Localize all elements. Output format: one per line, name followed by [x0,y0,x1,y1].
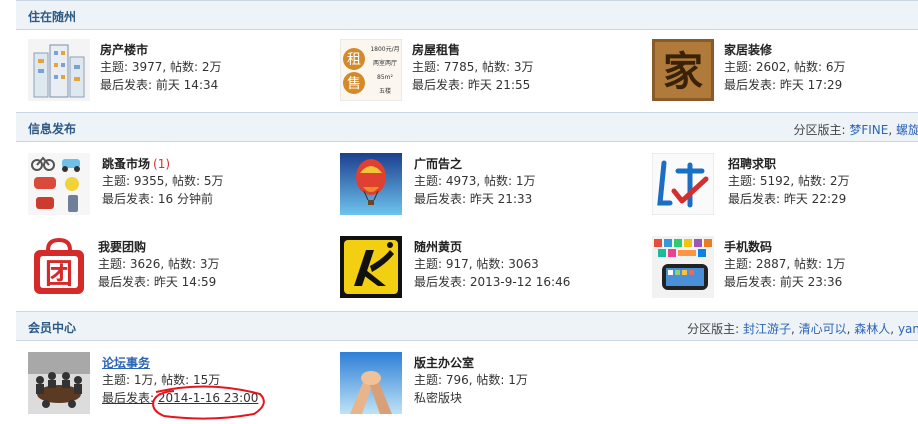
forum-name[interactable]: 家居装修 [724,41,772,58]
forum-last-post[interactable]: 最后发表: 16 分钟前 [102,190,213,207]
forum-name[interactable]: 跳蚤市场 (1) [102,155,170,172]
new-posts-count: (1) [153,157,171,171]
icon-char-jia: 家 [663,48,703,95]
flea-market-icon[interactable] [28,153,90,215]
forum-tiaozao[interactable]: 跳蚤市场 (1) 主题: 9355, 帖数: 5万 最后发表: 16 分钟前 [28,153,288,215]
section-moderators: 分区版主: 封江游子, 清心可以, 森林人, yan [687,322,918,336]
annotation-circle [152,385,265,420]
moderator-link[interactable]: 梦FINE [849,123,888,137]
forum-last-post[interactable]: 最后发表: 2013-9-12 16:46 [414,273,570,290]
forum-name-text[interactable]: 跳蚤市场 [102,157,150,171]
section-header-zhuzai: 住在随州 [16,0,918,30]
forum-guanggao[interactable]: 广而告之 主题: 4973, 帖数: 1万 最后发表: 昨天 21:33 [340,153,600,215]
forum-stats: 主题: 4973, 帖数: 1万 [414,174,536,188]
forum-name[interactable]: 房屋租售 [412,41,460,58]
forum-stats: 主题: 5192, 帖数: 2万 [728,174,850,188]
forum-name[interactable]: 招聘求职 [728,155,776,172]
icon-text-rooms: 两室两厅 [373,59,397,67]
hot-air-balloon-icon[interactable] [340,153,402,215]
building-icon[interactable] [28,39,90,101]
forum-last-post[interactable]: 最后发表: 前天 23:36 [724,273,842,290]
forum-stats: 主题: 7785, 帖数: 3万 [412,60,534,74]
section-title[interactable]: 信息发布 [28,120,76,137]
yellow-pages-icon[interactable] [340,236,402,298]
section-moderators: 分区版主: 梦FINE, 螺旋 [793,123,918,137]
moderator-link[interactable]: 封江游子 [743,322,791,336]
forum-stats: 主题: 2602, 帖数: 6万 [724,60,846,74]
smartphone-icon[interactable] [652,236,714,298]
forum-stats: 主题: 796, 帖数: 1万 [414,373,528,387]
moderator-link[interactable]: 森林人 [854,322,890,336]
private-forum-note: 私密版块 [414,391,463,405]
rent-sale-icon[interactable]: 租 售 1800元/月 两室两厅 85m² 五楼 [340,39,402,101]
forum-stats: 主题: 2887, 帖数: 1万 [724,257,846,271]
forum-last-post[interactable]: 最后发表: 昨天 21:33 [414,190,532,207]
forum-last-post[interactable]: 最后发表: 昨天 17:29 [724,76,842,93]
forum-name[interactable]: 手机数码 [724,238,772,255]
section-header-huiyuan: 会员中心 分区版主: 封江游子, 清心可以, 森林人, yan [16,311,918,341]
forum-zhaopin[interactable]: 招聘求职 主题: 5192, 帖数: 2万 最后发表: 昨天 22:29 [652,153,912,215]
home-decor-icon[interactable]: 家 [652,39,714,101]
forum-shouji[interactable]: 手机数码 主题: 2887, 帖数: 1万 最后发表: 前天 23:36 [652,236,912,298]
section-title[interactable]: 住在随州 [28,8,76,25]
forum-name[interactable]: 版主办公室 [414,354,474,371]
section-title[interactable]: 会员中心 [28,319,76,336]
forum-stats: 主题: 917, 帖数: 3063 [414,257,539,271]
forum-stats: 主题: 3626, 帖数: 3万 [98,257,220,271]
icon-char-zu: 租 [347,52,361,68]
forum-name[interactable]: 广而告之 [414,155,462,172]
forum-zushou[interactable]: 租 售 1800元/月 两室两厅 85m² 五楼 房屋租售 主题: 7785, … [340,39,600,101]
forum-banzhu[interactable]: 版主办公室 主题: 796, 帖数: 1万 私密版块 [340,352,600,414]
icon-text-area: 85m² [377,74,393,81]
forum-tuangou[interactable]: 团 我要团购 主题: 3626, 帖数: 3万 最后发表: 昨天 14:59 [28,236,288,298]
icon-char-tuan: 团 [45,257,73,290]
icon-text-floor: 五楼 [379,87,391,95]
forum-name[interactable]: 房产楼市 [100,41,148,58]
forum-last-post[interactable]: 最后发表: 昨天 14:59 [98,273,216,290]
moderator-link[interactable]: 螺旋 [896,123,918,137]
meeting-room-icon[interactable] [28,352,90,414]
last-post-label: 最后发表: [102,391,155,405]
forum-last-post[interactable]: 最后发表: 昨天 21:55 [412,76,530,93]
forum-stats: 主题: 9355, 帖数: 5万 [102,174,224,188]
forum-stats: 主题: 3977, 帖数: 2万 [100,60,222,74]
forum-last-post[interactable]: 最后发表: 前天 14:34 [100,76,218,93]
moderator-link[interactable]: 清心可以 [799,322,847,336]
moderators-label: 分区版主: [793,123,846,137]
forum-last-post[interactable]: 最后发表: 昨天 22:29 [728,190,846,207]
forum-fangchan[interactable]: 房产楼市 主题: 3977, 帖数: 2万 最后发表: 前天 14:34 [28,39,288,101]
forum-name[interactable]: 我要团购 [98,238,146,255]
recruitment-icon[interactable] [652,153,714,215]
section-header-xinxi: 信息发布 分区版主: 梦FINE, 螺旋 [16,112,918,142]
forum-huangye[interactable]: 随州黄页 主题: 917, 帖数: 3063 最后发表: 2013-9-12 1… [340,236,640,298]
joined-hands-icon[interactable] [340,352,402,414]
icon-char-shou: 售 [347,76,361,92]
forum-name[interactable]: 随州黄页 [414,238,462,255]
icon-text-price: 1800元/月 [370,46,399,53]
moderators-label: 分区版主: [687,322,740,336]
forum-name[interactable]: 论坛事务 [102,354,150,371]
shopping-bag-icon[interactable]: 团 [28,236,90,298]
moderator-link[interactable]: yan [898,322,918,336]
forum-jiaju[interactable]: 家 家居装修 主题: 2602, 帖数: 6万 最后发表: 昨天 17:29 [652,39,912,101]
